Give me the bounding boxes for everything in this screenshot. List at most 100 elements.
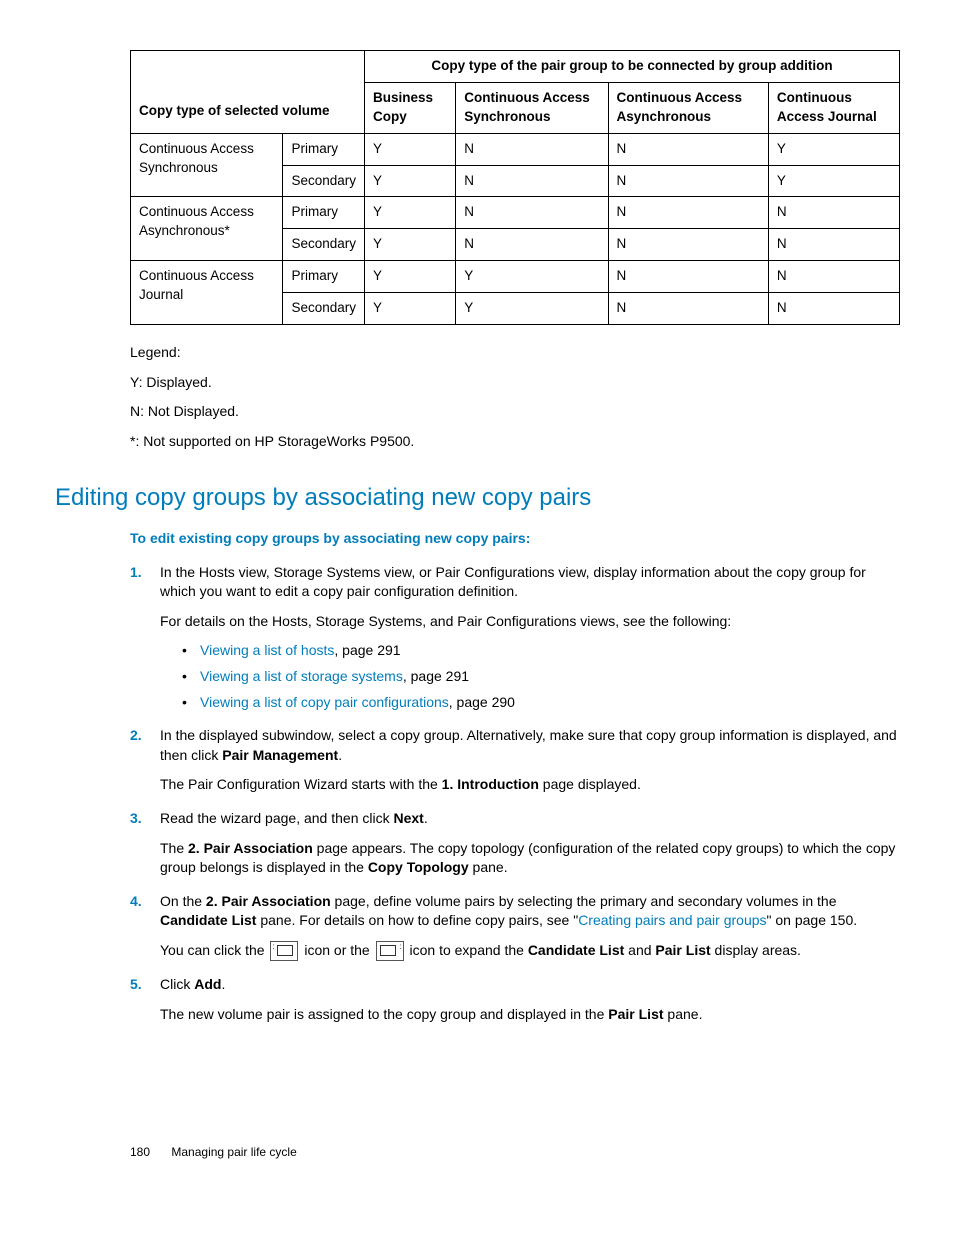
cell: Y xyxy=(365,229,456,261)
step-text: page, define volume pairs by selecting t… xyxy=(331,893,837,909)
step-text: " on page 150. xyxy=(767,912,858,928)
step-text: On the xyxy=(160,893,206,909)
step-text: The 2. Pair Association page appears. Th… xyxy=(160,839,899,878)
step-text: Click xyxy=(160,976,194,992)
copy-type-table-wrap: Copy type of selected volume Copy type o… xyxy=(130,50,899,325)
row-label: Continuous Access Synchronous xyxy=(131,133,283,197)
cell: N xyxy=(456,165,608,197)
list-item: Viewing a list of hosts, page 291 xyxy=(182,641,899,661)
section-subheading: To edit existing copy groups by associat… xyxy=(130,529,899,549)
legend-title: Legend: xyxy=(130,343,899,363)
row-sub: Secondary xyxy=(283,229,365,261)
col-cont-async: Continuous Access Asynchronous xyxy=(608,82,768,133)
link-suffix: , page 291 xyxy=(334,642,400,658)
cell: N xyxy=(768,293,899,325)
cell: N xyxy=(608,133,768,165)
step-text: Read the wizard page, and then click xyxy=(160,810,393,826)
step-2: 2. In the displayed subwindow, select a … xyxy=(130,726,899,795)
section-heading: Editing copy groups by associating new c… xyxy=(55,481,899,515)
row-sub: Primary xyxy=(283,261,365,293)
legend-y: Y: Displayed. xyxy=(130,373,899,393)
expand-left-icon: : xyxy=(270,941,298,961)
step-text: The new volume pair is assigned to the c… xyxy=(160,1005,899,1025)
bold-text: Candidate List xyxy=(528,942,624,958)
cell: Y xyxy=(365,165,456,197)
col-cont-sync: Continuous Access Synchronous xyxy=(456,82,608,133)
link-creating-pairs[interactable]: Creating pairs and pair groups xyxy=(578,912,766,928)
step-text: In the Hosts view, Storage Systems view,… xyxy=(160,564,866,600)
legend-star: *: Not supported on HP StorageWorks P950… xyxy=(130,432,899,452)
link-suffix: , page 291 xyxy=(403,668,469,684)
step-1: 1. In the Hosts view, Storage Systems vi… xyxy=(130,563,899,713)
step-number: 3. xyxy=(130,809,142,829)
cell: Y xyxy=(456,293,608,325)
row-label: Continuous Access Asynchronous* xyxy=(131,197,283,261)
step-number: 1. xyxy=(130,563,142,583)
step-3: 3. Read the wizard page, and then click … xyxy=(130,809,899,878)
cell: N xyxy=(608,293,768,325)
col-business-copy: Business Copy xyxy=(365,82,456,133)
table-header-left: Copy type of selected volume xyxy=(131,51,365,134)
bold-text: 1. Introduction xyxy=(442,776,539,792)
cell: N xyxy=(456,133,608,165)
cell: N xyxy=(768,229,899,261)
cell: N xyxy=(608,261,768,293)
cell: Y xyxy=(365,261,456,293)
cell: Y xyxy=(768,133,899,165)
step-text: For details on the Hosts, Storage System… xyxy=(160,612,899,632)
cell: N xyxy=(456,229,608,261)
steps-list: 1. In the Hosts view, Storage Systems vi… xyxy=(130,563,899,1025)
cell: Y xyxy=(456,261,608,293)
col-cont-journal: Continuous Access Journal xyxy=(768,82,899,133)
link-list: Viewing a list of hosts, page 291 Viewin… xyxy=(182,641,899,712)
step-number: 2. xyxy=(130,726,142,746)
step-number: 4. xyxy=(130,892,142,912)
step-5: 5. Click Add. The new volume pair is ass… xyxy=(130,975,899,1024)
row-sub: Primary xyxy=(283,133,365,165)
step-text: You can click the : icon or the : icon t… xyxy=(160,941,899,961)
cell: Y xyxy=(365,197,456,229)
copy-type-table: Copy type of selected volume Copy type o… xyxy=(130,50,900,325)
list-item: Viewing a list of copy pair configuratio… xyxy=(182,693,899,713)
cell: N xyxy=(608,229,768,261)
bold-text: 2. Pair Association xyxy=(206,893,331,909)
step-text: . xyxy=(424,810,428,826)
row-label: Continuous Access Journal xyxy=(131,261,283,325)
bold-text: Pair List xyxy=(655,942,710,958)
step-number: 5. xyxy=(130,975,142,995)
link-storage-systems[interactable]: Viewing a list of storage systems xyxy=(200,668,403,684)
bold-text: Copy Topology xyxy=(368,859,469,875)
bold-text: Add xyxy=(194,976,221,992)
bold-text: 2. Pair Association xyxy=(188,840,313,856)
bold-text: Next xyxy=(393,810,423,826)
link-pair-configs[interactable]: Viewing a list of copy pair configuratio… xyxy=(200,694,449,710)
bold-text: Pair List xyxy=(608,1006,663,1022)
cell: N xyxy=(608,165,768,197)
legend-n: N: Not Displayed. xyxy=(130,402,899,422)
cell: Y xyxy=(365,133,456,165)
step-text: pane. For details on how to define copy … xyxy=(256,912,578,928)
link-hosts[interactable]: Viewing a list of hosts xyxy=(200,642,334,658)
cell: N xyxy=(768,261,899,293)
row-sub: Secondary xyxy=(283,165,365,197)
step-text: The Pair Configuration Wizard starts wit… xyxy=(160,775,899,795)
expand-right-icon: : xyxy=(376,941,404,961)
cell: Y xyxy=(768,165,899,197)
cell: N xyxy=(768,197,899,229)
cell: N xyxy=(456,197,608,229)
link-suffix: , page 290 xyxy=(449,694,515,710)
table-header-top-right: Copy type of the pair group to be connec… xyxy=(365,51,900,83)
list-item: Viewing a list of storage systems, page … xyxy=(182,667,899,687)
step-text: . xyxy=(338,747,342,763)
row-sub: Secondary xyxy=(283,293,365,325)
page-number: 180 xyxy=(130,1145,150,1159)
step-text: . xyxy=(221,976,225,992)
legend: Legend: Y: Displayed. N: Not Displayed. … xyxy=(130,343,899,451)
page-footer: 180 Managing pair life cycle xyxy=(130,1144,899,1161)
footer-title: Managing pair life cycle xyxy=(171,1145,296,1159)
bold-text: Pair Management xyxy=(222,747,338,763)
step-4: 4. On the 2. Pair Association page, defi… xyxy=(130,892,899,961)
row-sub: Primary xyxy=(283,197,365,229)
bold-text: Candidate List xyxy=(160,912,256,928)
cell: N xyxy=(608,197,768,229)
